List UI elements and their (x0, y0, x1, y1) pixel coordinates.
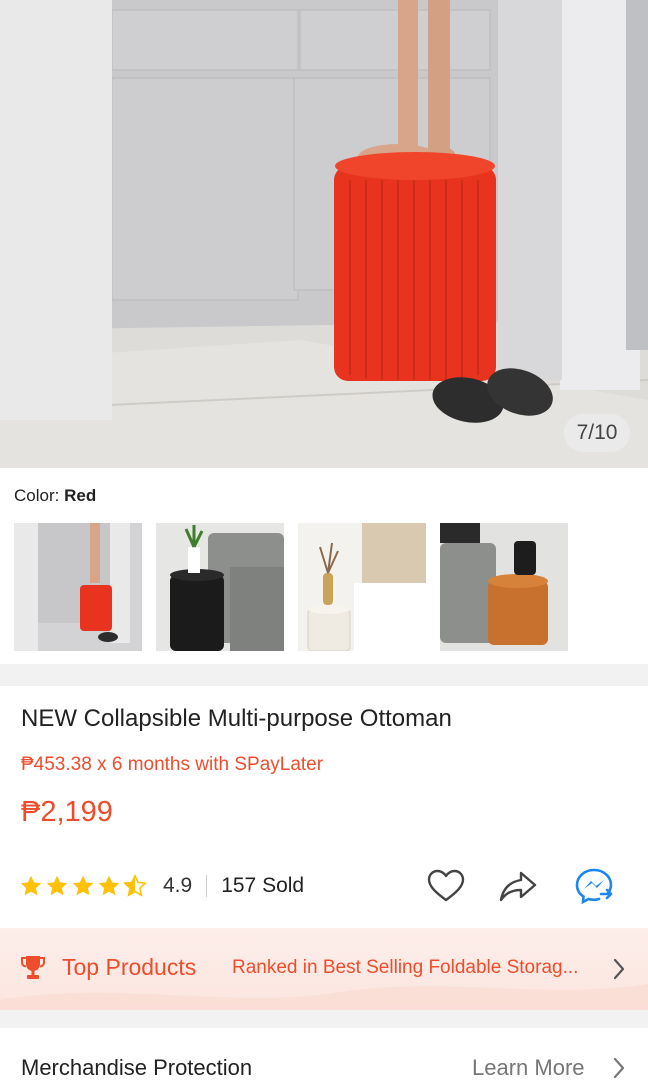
top-products-description: Ranked in Best Selling Foldable Storag..… (232, 957, 579, 978)
color-label: Color: (14, 486, 60, 505)
thumbnail-black-image (156, 523, 284, 651)
trophy-icon (21, 956, 45, 979)
product-photo (0, 0, 648, 468)
rating-stars (19, 874, 147, 898)
color-thumbnails (14, 523, 568, 651)
learn-more-link[interactable]: Learn More (472, 1055, 585, 1080)
rating-summary[interactable]: 4.9 157 Sold (19, 866, 304, 906)
thumbnail-black[interactable] (156, 523, 284, 651)
thumbnail-white[interactable] (298, 523, 426, 651)
thumbnail-white-image (298, 523, 426, 651)
sold-count: 157 Sold (221, 874, 305, 897)
product-image-gallery[interactable]: 7/10 (0, 0, 648, 468)
star-icon (46, 875, 68, 896)
section-divider (0, 1010, 648, 1028)
spaylater-installment[interactable]: ₱453.38 x 6 months with SPayLater (21, 754, 323, 776)
chevron-right-icon (613, 958, 625, 980)
share-button[interactable] (498, 866, 538, 906)
rating-value: 4.9 (163, 874, 193, 897)
half-star-icon (123, 874, 147, 897)
merchandise-protection-title: Merchandise Protection (21, 1055, 253, 1080)
rating-divider (206, 875, 208, 897)
image-counter: 7/10 (564, 414, 630, 452)
heart-icon (427, 869, 465, 902)
color-selection-label: Color: Red (14, 486, 96, 506)
star-icon (72, 875, 94, 896)
thumbnail-red-image (14, 523, 142, 651)
chat-button[interactable] (574, 866, 614, 906)
star-icon (98, 875, 120, 896)
color-value: Red (64, 486, 97, 505)
messenger-icon (575, 868, 613, 905)
like-button[interactable] (426, 866, 466, 906)
share-icon (499, 871, 537, 902)
top-products-banner[interactable]: Top Products Ranked in Best Selling Fold… (0, 928, 648, 1010)
star-icon (20, 875, 42, 896)
product-title: NEW Collapsible Multi-purpose Ottoman (21, 705, 452, 732)
product-price: ₱2,199 (21, 796, 113, 828)
thumbnail-brown-image (440, 523, 568, 651)
thumbnail-red[interactable] (14, 523, 142, 651)
top-products-label: Top Products (62, 954, 197, 980)
section-divider (0, 664, 648, 686)
thumbnail-brown[interactable] (440, 523, 568, 651)
chevron-right-icon[interactable] (612, 1057, 626, 1079)
